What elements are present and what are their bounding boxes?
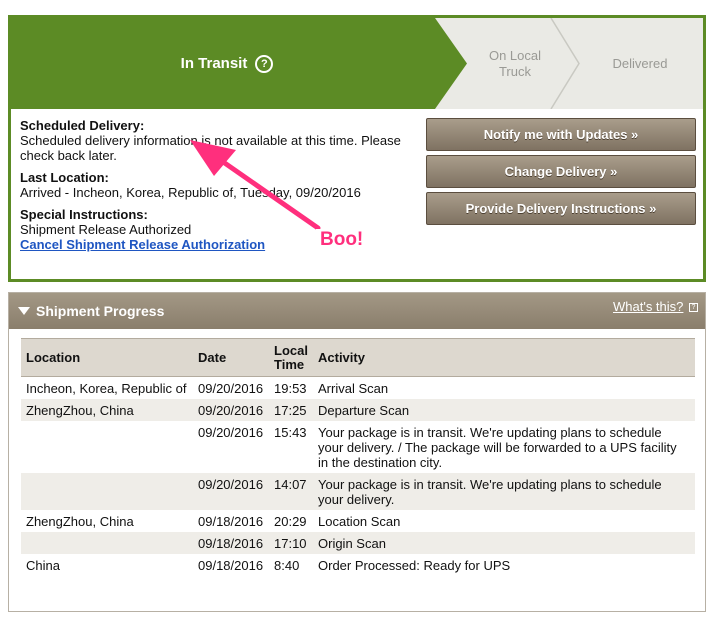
table-row: ZhengZhou, China 09/20/2016 17:25 Departure… [21,399,695,421]
cell-time: 8:40 [274,558,300,573]
cell-activity: Origin Scan [313,532,695,554]
cell-location: ZhengZhou, China [26,514,134,529]
table-row: 09/20/2016 15:43 Your package is in transi… [21,421,695,473]
scheduled-delivery-label: Scheduled Delivery: [20,118,145,133]
cell-activity: Order Processed: Ready for UPS [318,558,511,573]
cell-time: 15:43 [274,425,307,440]
cell-activity: Location Scan [318,514,401,529]
cell-time: 19:53 [274,381,307,396]
table-row: Incheon, Korea, Republic of 09/20/2016 19:… [21,377,695,400]
shipment-progress-title: Shipment Progress [36,303,165,319]
shipment-progress-rows: Incheon, Korea, Republic of 09/20/2016 19:… [21,377,695,577]
cell-date: 09/20/2016 [193,399,269,421]
table-row: 09/18/2016 17:10 Origin Scan [21,532,695,554]
column-header-activity: Activity [313,338,695,377]
step-in-transit-label: In Transit [180,55,248,72]
cell-location: ZhengZhou, China [21,399,193,421]
cell-activity: Your package is in transit. We're updati… [313,473,695,510]
step-in-transit: In Transit ? [11,18,443,109]
step-on-local-truck-label: On Local Truck [488,47,542,79]
cell-activity: Your package is in transit. We're updati… [318,425,677,470]
shipment-progress-panel: Shipment Progress What's this? ? Locatio… [8,292,706,612]
last-location-label: Last Location: [20,170,109,185]
cell-time: 20:29 [274,514,307,529]
cell-time: 17:25 [269,399,313,421]
annotation-label: Boo! [316,229,368,251]
cell-activity: Departure Scan [313,399,695,421]
cell-location: China [26,558,60,573]
step-on-local-truck: On Local Truck [467,18,563,109]
scheduled-delivery-value: Scheduled delivery information is not av… [20,133,401,163]
shipment-progress-header[interactable]: Shipment Progress What's this? ? [9,293,705,329]
cell-date: 09/18/2016 [198,558,264,573]
step-delivered-label: Delivered [612,55,668,71]
popup-icon[interactable]: ? [689,303,698,312]
cell-location: Incheon, Korea, Republic of [26,381,187,396]
column-header-date: Date [193,338,269,377]
cell-date: 09/20/2016 [193,473,269,510]
cell-date: 09/20/2016 [198,381,264,396]
cell-date: 09/18/2016 [198,514,264,529]
delivery-progress-bar: In Transit ? On Local Truck Delivered [11,18,703,109]
cell-time: 14:07 [269,473,313,510]
change-delivery-button[interactable]: Change Delivery » [426,155,696,188]
cell-time: 17:10 [269,532,313,554]
shipment-progress-table: Location Date Local Time Activity Incheon… [21,338,695,576]
column-header-local-time: Local Time [269,338,313,377]
cancel-release-link[interactable]: Cancel Shipment Release Authorization [20,237,265,252]
column-header-location: Location [21,338,193,377]
cell-activity: Arrival Scan [318,381,389,396]
question-circle-icon[interactable]: ? [255,54,274,73]
table-row: China 09/18/2016 8:40 Order Processed: Read… [21,554,695,576]
provide-instructions-button[interactable]: Provide Delivery Instructions » [426,192,696,225]
cell-location [21,532,193,554]
collapse-triangle-icon[interactable] [18,307,30,315]
whats-this-link[interactable]: What's this? [613,299,683,314]
last-location-value: Arrived - Incheon, Korea, Republic of, T… [20,185,361,200]
cell-location [21,421,193,473]
cell-date: 09/20/2016 [198,425,264,440]
cell-date: 09/18/2016 [193,532,269,554]
table-row: 09/20/2016 14:07 Your package is in transi… [21,473,695,510]
special-instructions-label: Special Instructions: [20,207,148,222]
notify-updates-button[interactable]: Notify me with Updates » [426,118,696,151]
cell-location [21,473,193,510]
table-row: ZhengZhou, China 09/18/2016 20:29 Location … [21,510,695,532]
step-delivered: Delivered [577,18,703,109]
